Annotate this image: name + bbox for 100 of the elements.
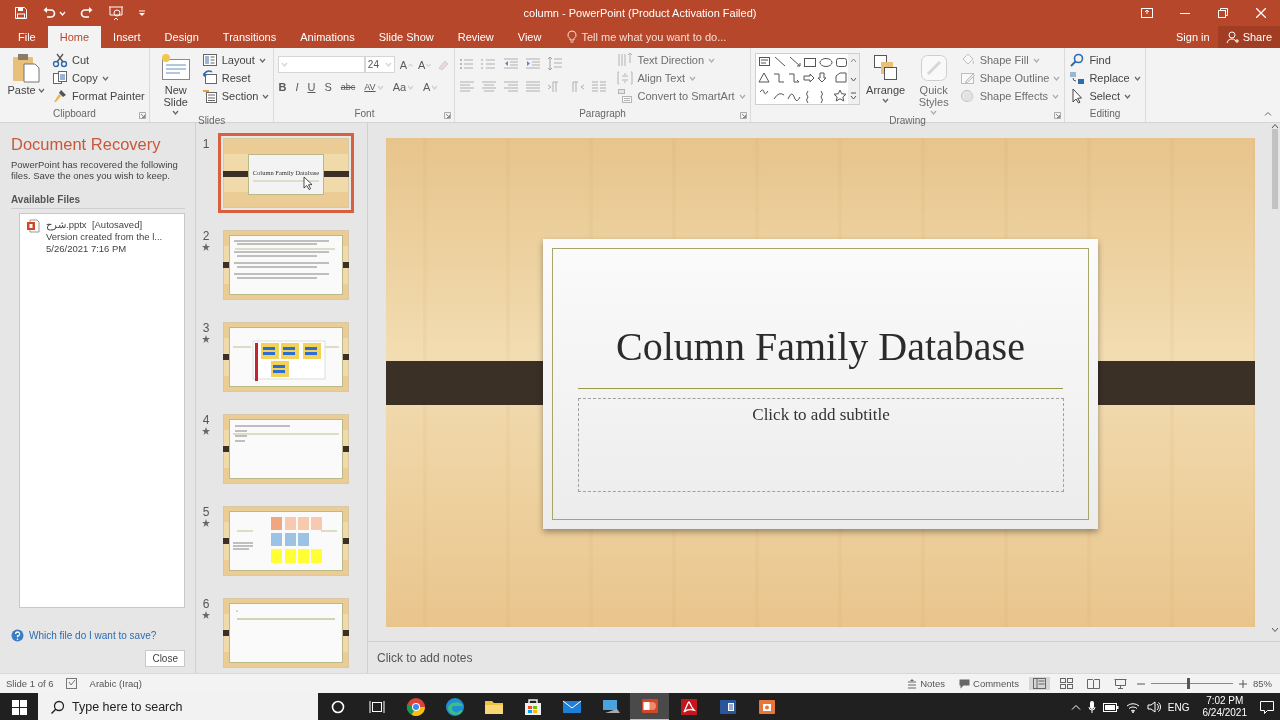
zoom-level[interactable]: 85% bbox=[1253, 678, 1272, 689]
star-icon bbox=[202, 335, 210, 343]
show-hidden-icon[interactable] bbox=[1070, 704, 1081, 710]
ribbon-button[interactable]: New Slide bbox=[153, 50, 198, 115]
slideshow-button[interactable] bbox=[108, 5, 124, 21]
slide-number: 3 bbox=[202, 321, 210, 335]
ribbon-tab[interactable]: Transitions bbox=[210, 26, 289, 48]
ribbon-tab[interactable]: Design bbox=[152, 26, 211, 48]
ribbon-button[interactable]: Arrange bbox=[863, 50, 908, 103]
layout-icon bbox=[201, 52, 218, 68]
clock[interactable]: 7:02 PM 6/24/2021 bbox=[1196, 695, 1253, 719]
caret-icon bbox=[258, 57, 266, 63]
ribbon-button[interactable]: Find bbox=[1069, 52, 1141, 68]
comments-button[interactable]: Comments bbox=[955, 678, 1023, 689]
undo-button[interactable] bbox=[42, 6, 66, 20]
ribbon-tab[interactable]: Insert bbox=[101, 26, 153, 48]
view-button[interactable] bbox=[1029, 677, 1050, 690]
customize-toolbar-button[interactable] bbox=[138, 9, 146, 17]
slide-number: 2 bbox=[202, 229, 210, 243]
presentation-app-icon bbox=[639, 696, 660, 716]
search-icon bbox=[1069, 52, 1086, 68]
ribbon-button[interactable]: Paste bbox=[4, 50, 48, 96]
tell-me-field[interactable]: Tell me what you want to do... bbox=[565, 31, 812, 43]
taskbar-search-field[interactable]: Type here to search bbox=[38, 693, 318, 720]
align-text-icon bbox=[617, 70, 634, 86]
group-label: Paragraph bbox=[579, 108, 626, 119]
ribbon-tab[interactable]: File bbox=[6, 26, 48, 48]
ribbon-button[interactable]: Format Painter bbox=[52, 88, 145, 104]
shape-gallery[interactable] bbox=[754, 53, 860, 105]
ribbon-button[interactable]: Select bbox=[1069, 88, 1141, 104]
sign-in-link[interactable]: Sign in bbox=[1168, 26, 1218, 48]
task-view-icon bbox=[368, 700, 385, 714]
file-detail: Version created from the l... bbox=[46, 231, 163, 243]
redo-button[interactable] bbox=[80, 6, 94, 20]
restore-icon bbox=[1218, 8, 1228, 18]
smartart-icon bbox=[617, 88, 634, 104]
caret-icon bbox=[376, 84, 384, 90]
input-language[interactable]: ENG bbox=[1167, 701, 1190, 713]
section-heading: Available Files bbox=[11, 194, 81, 205]
ribbon-tab[interactable]: Animations bbox=[288, 26, 367, 48]
caret-icon bbox=[1123, 93, 1131, 99]
ribbon-tab[interactable]: Slide Show bbox=[366, 26, 446, 48]
scroll-up-icon[interactable] bbox=[1271, 123, 1279, 129]
chrome-icon bbox=[405, 697, 426, 717]
help-link[interactable]: Which file do I want to save? bbox=[29, 630, 157, 641]
ribbon-button[interactable]: Cut bbox=[52, 52, 145, 68]
projector-screen-icon bbox=[108, 5, 124, 21]
copy-icon bbox=[52, 70, 68, 86]
replace-icon bbox=[1069, 70, 1086, 86]
scroll-down-icon[interactable] bbox=[1271, 627, 1279, 633]
group-label: Clipboard bbox=[52, 108, 96, 119]
lightbulb-icon bbox=[567, 30, 578, 43]
notifications-icon[interactable] bbox=[1260, 700, 1274, 714]
close-pane-button[interactable]: Close bbox=[145, 650, 185, 667]
language-indicator[interactable]: Arabic (Iraq) bbox=[89, 678, 142, 689]
group-label: Slides bbox=[197, 115, 226, 126]
normal-view-icon bbox=[1033, 678, 1046, 689]
ribbon-button[interactable]: Section bbox=[201, 88, 270, 104]
help-icon bbox=[11, 629, 24, 642]
spelling-check-icon bbox=[65, 678, 78, 689]
ribbon-tab[interactable]: Home bbox=[47, 26, 102, 48]
ribbon-tab[interactable]: View bbox=[505, 26, 554, 48]
scrollbar-thumb-icon[interactable] bbox=[1272, 129, 1278, 209]
battery-icon[interactable] bbox=[1102, 702, 1119, 712]
pane-title: Document Recovery bbox=[11, 135, 162, 154]
taskbar-app[interactable] bbox=[630, 693, 669, 720]
zoom-in-icon[interactable] bbox=[1239, 679, 1247, 688]
wifi-icon[interactable] bbox=[1125, 701, 1140, 713]
notes-placeholder[interactable]: Click to add notes bbox=[377, 650, 473, 665]
ribbon-tab[interactable]: Review bbox=[445, 26, 506, 48]
notes-button[interactable]: Notes bbox=[903, 678, 950, 689]
ribbon-button[interactable]: Replace bbox=[1069, 70, 1141, 86]
dialog-launcher-icon[interactable] bbox=[1054, 112, 1062, 119]
caret-icon bbox=[384, 62, 392, 67]
share-button[interactable]: Share bbox=[1217, 26, 1280, 48]
pane-description: PowerPoint has recovered the following files. Save the ones you wish to keep. bbox=[11, 159, 179, 181]
subtitle-placeholder[interactable]: Click to add subtitle bbox=[578, 398, 1064, 492]
slide-number: 6 bbox=[202, 597, 210, 611]
pencil-icon bbox=[959, 70, 976, 86]
caret-icon bbox=[688, 75, 696, 81]
speaker-icon[interactable] bbox=[1146, 701, 1161, 713]
caret-icon bbox=[1051, 93, 1059, 99]
microphone-icon[interactable] bbox=[1087, 700, 1096, 714]
caret-icon bbox=[281, 62, 289, 67]
comment-icon bbox=[959, 678, 971, 689]
edge-icon bbox=[444, 697, 465, 717]
slide-title[interactable]: Column Family Database bbox=[543, 323, 1098, 370]
dialog-launcher-icon[interactable] bbox=[739, 112, 747, 119]
ribbon-button[interactable]: Reset bbox=[201, 70, 270, 86]
ribbon-button[interactable]: Layout bbox=[201, 52, 270, 68]
section-icon bbox=[201, 88, 218, 104]
caret-icon bbox=[59, 10, 66, 16]
ribbon-button[interactable]: Copy bbox=[52, 70, 145, 86]
dialog-launcher-icon[interactable] bbox=[138, 112, 146, 119]
save-button[interactable] bbox=[14, 6, 28, 20]
brush-icon bbox=[52, 88, 68, 104]
slide-canvas[interactable]: Column Family Database Click to add subtitle bbox=[386, 138, 1255, 627]
dialog-launcher-icon[interactable] bbox=[444, 112, 452, 119]
zoom-slider-thumb[interactable] bbox=[1186, 678, 1190, 689]
caret-icon bbox=[930, 110, 938, 115]
